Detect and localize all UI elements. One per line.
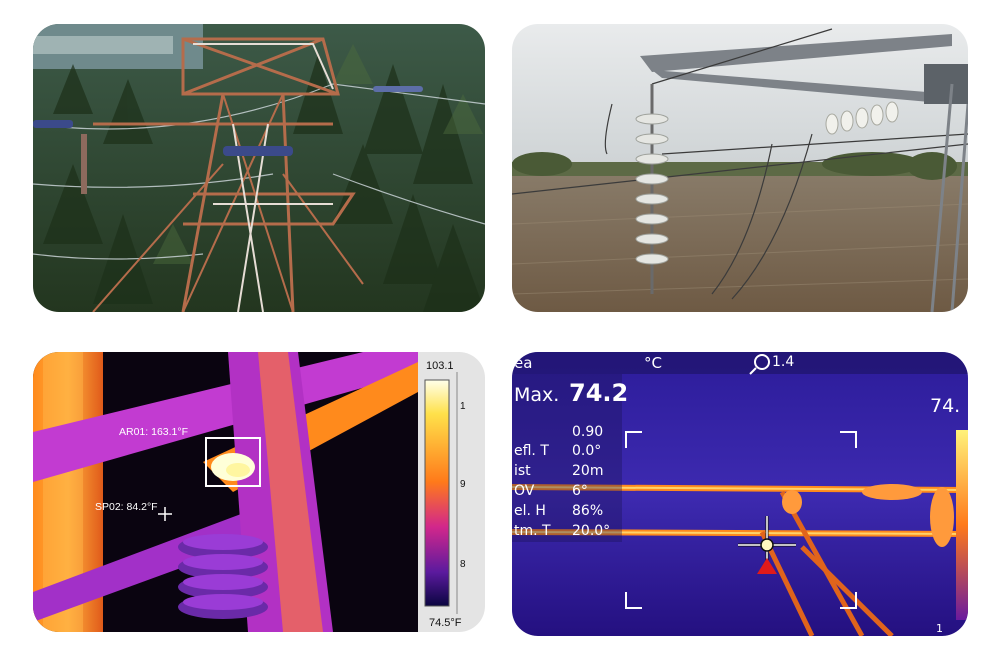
- param-label-dist: ist: [514, 463, 531, 479]
- max-label: Max.: [514, 384, 559, 406]
- thermal-image-right: ea °C 1.4 Max. 74.2 0.90 efl. T 0.0° ist…: [512, 352, 968, 636]
- param-value-dist: 20m: [572, 463, 603, 479]
- param-label-relh: el. H: [514, 503, 546, 519]
- color-scale-bar: [424, 379, 450, 607]
- param-value-emissivity: 0.90: [572, 424, 603, 440]
- zoom-level: 1.4: [772, 354, 794, 370]
- photo-tower-forest: [33, 24, 485, 312]
- tower-forest-image: [33, 24, 485, 312]
- param-value-fov: 6°: [572, 483, 588, 499]
- thermal-left-canvas: AR01: 163.1°F SP02: 84.2°F 103.1 74.5°F …: [33, 352, 485, 632]
- param-value-relh: 86%: [572, 503, 603, 519]
- right-color-scale: [956, 430, 968, 620]
- scale-tick-2: 9: [460, 479, 466, 490]
- param-label-refl: efl. T: [514, 443, 549, 459]
- scale-tick-1: 1: [460, 401, 466, 412]
- param-label-fov: OV: [514, 483, 535, 499]
- right-scale-bottom-value: 1: [936, 622, 943, 635]
- scale-min-label: 74.5°F: [429, 617, 462, 629]
- param-value-refl: 0.0°: [572, 443, 601, 459]
- scale-max-label: 103.1: [426, 360, 454, 372]
- param-value-atm: 20.0°: [572, 523, 610, 539]
- max-value: 74.2: [569, 379, 628, 407]
- header-unit: °C: [644, 354, 662, 372]
- photo-insulator-field: [512, 24, 968, 312]
- thermal-right-canvas: ea °C 1.4 Max. 74.2 0.90 efl. T 0.0° ist…: [512, 352, 968, 636]
- scale-tick-3: 8: [460, 559, 466, 570]
- right-scale-value: 74.: [930, 395, 960, 417]
- sp02-label: SP02: 84.2°F: [95, 501, 158, 513]
- param-label-atm: tm. T: [514, 523, 551, 539]
- header-left-text: ea: [514, 354, 532, 372]
- thermal-image-left: AR01: 163.1°F SP02: 84.2°F 103.1 74.5°F …: [33, 352, 485, 632]
- ar01-label: AR01: 163.1°F: [119, 426, 188, 438]
- insulator-field-image: [512, 24, 968, 312]
